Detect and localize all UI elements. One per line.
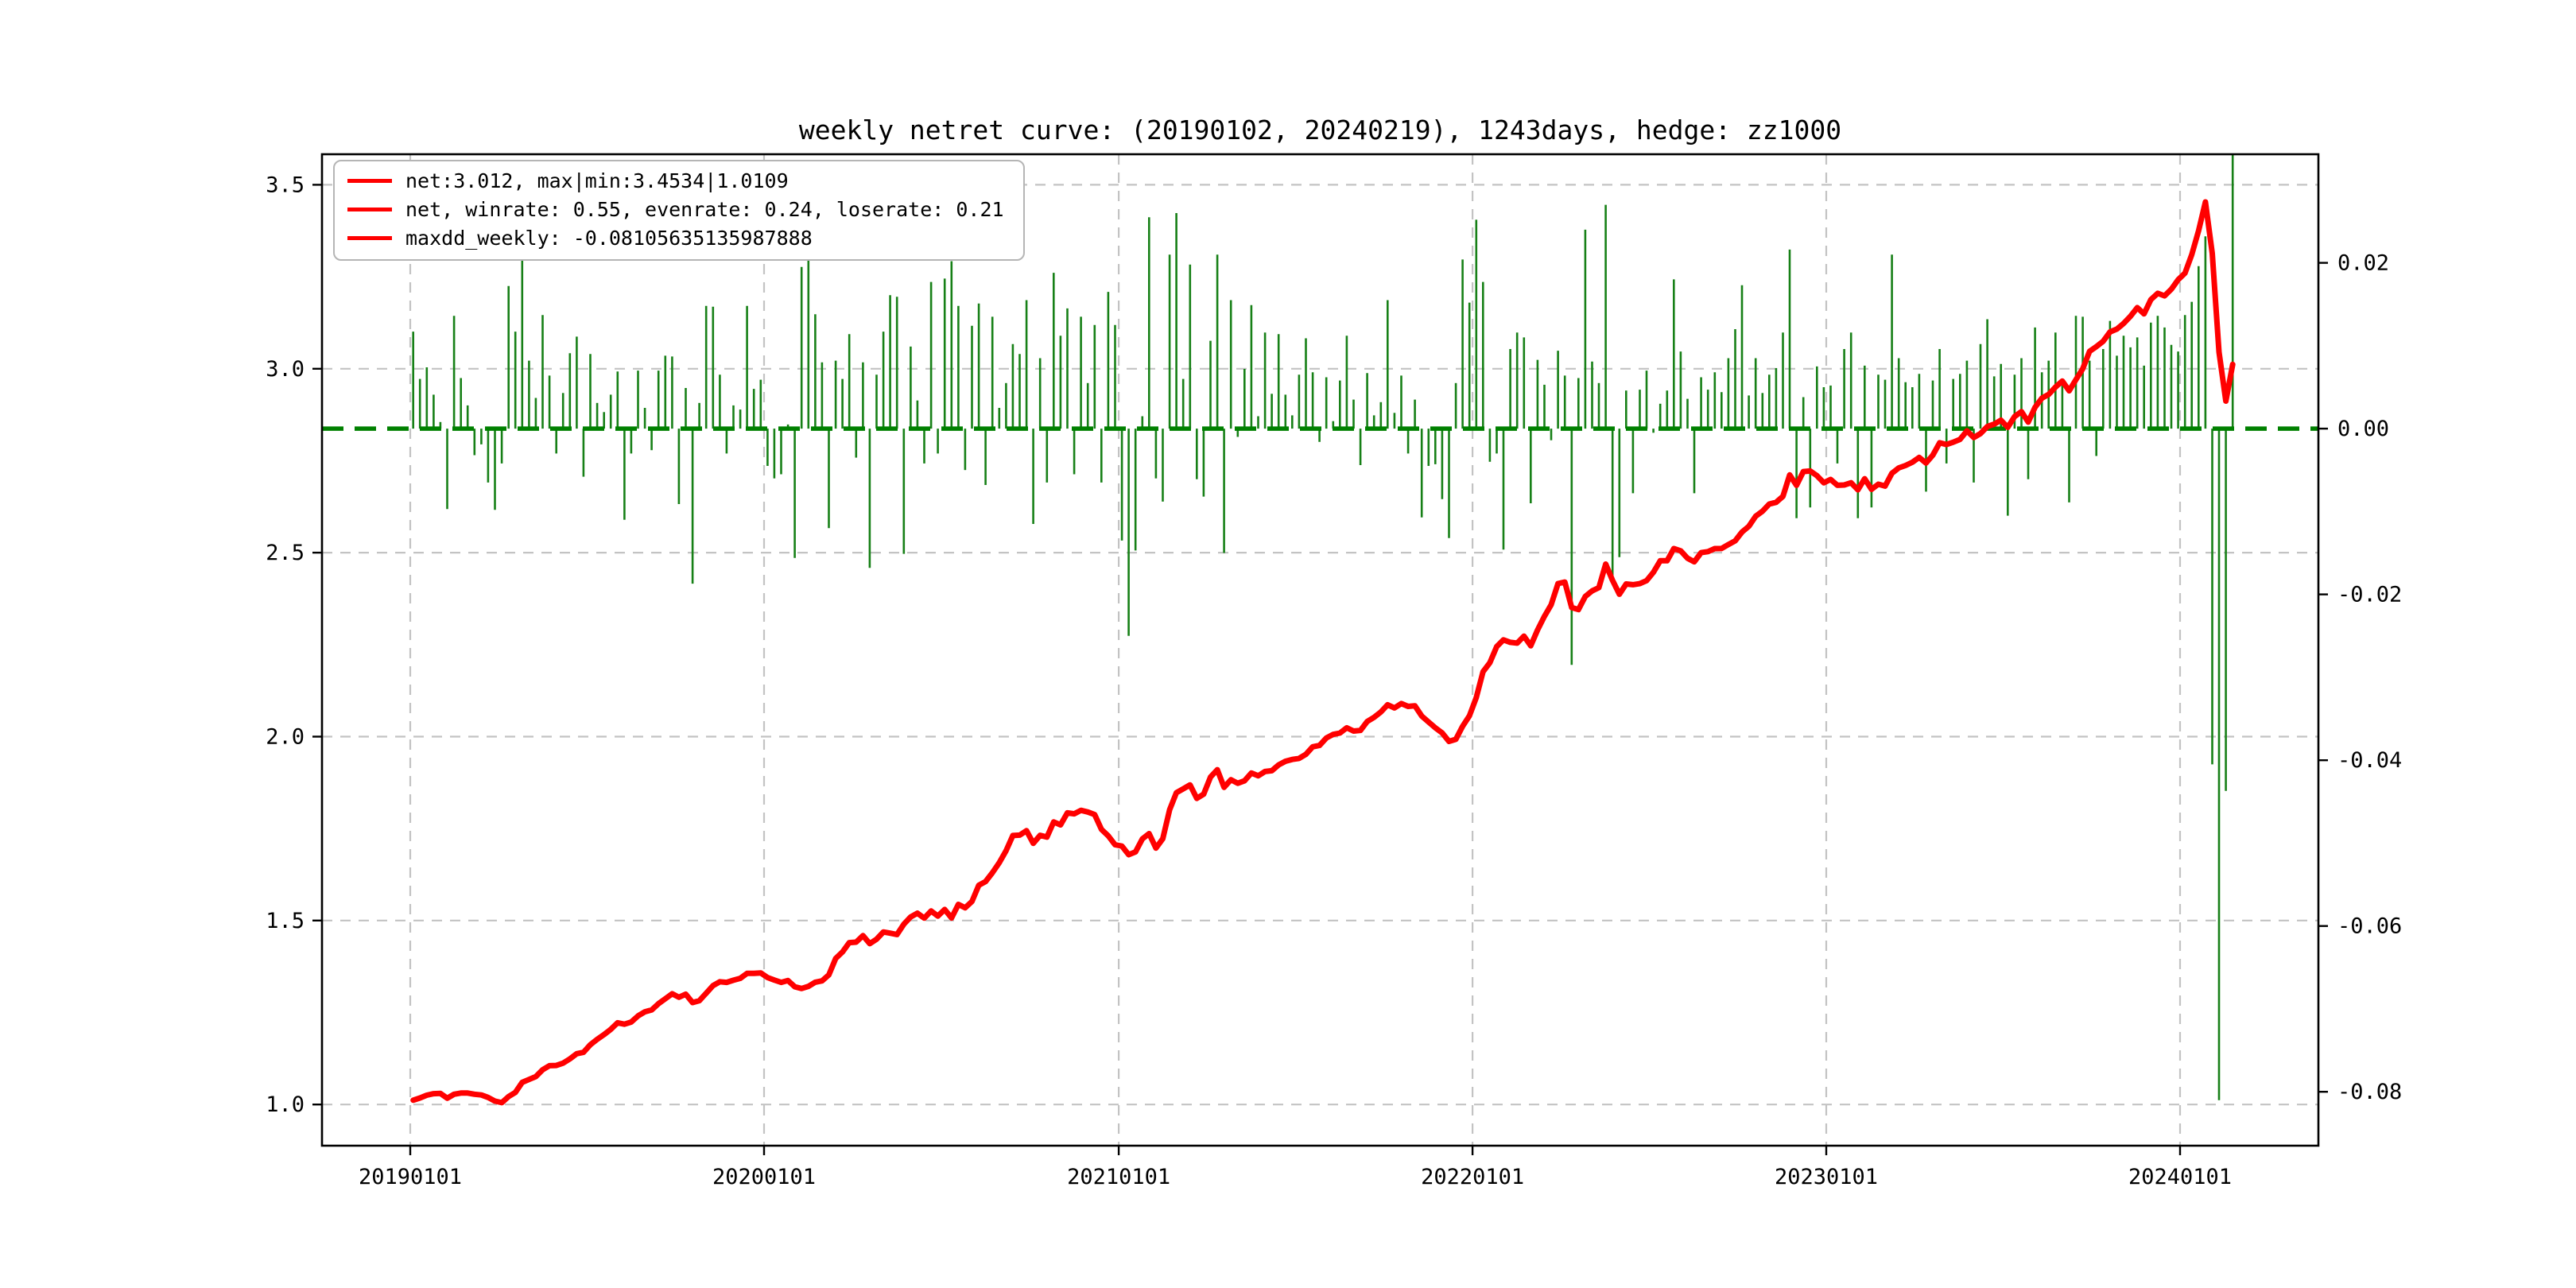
x-axis-tick-label: 20230101 bbox=[1775, 1165, 1878, 1189]
right-axis-tick-label: 0.02 bbox=[2337, 251, 2389, 276]
left-axis-tick-label: 3.5 bbox=[266, 173, 305, 197]
legend-item: net, winrate: 0.55, evenrate: 0.24, lose… bbox=[347, 198, 1004, 221]
left-axis-tick-label: 2.0 bbox=[266, 725, 305, 750]
axis-ticks bbox=[312, 184, 2328, 1155]
right-axis-tick-label: 0.00 bbox=[2337, 417, 2389, 441]
figure: 1.0 1.5 2.0 2.5 3.0 3.5 0.02 0.00 -0.02 -0.04 -0.0… bbox=[0, 0, 2576, 1288]
left-axis-tick-labels: 1.0 1.5 2.0 2.5 3.0 3.5 bbox=[266, 173, 305, 1117]
legend: net:3.012, max|min:3.4534|1.0109 net, wi… bbox=[333, 160, 1025, 261]
x-axis-tick-label: 20210101 bbox=[1067, 1165, 1170, 1189]
x-axis-tick-label: 20220101 bbox=[1421, 1165, 1524, 1189]
x-axis-tick-label: 20190101 bbox=[359, 1165, 462, 1189]
legend-item: maxdd_weekly: -0.08105635135987888 bbox=[347, 227, 1004, 250]
right-axis-tick-label: -0.02 bbox=[2337, 583, 2402, 607]
left-axis-tick-label: 3.0 bbox=[266, 357, 305, 382]
x-axis-tick-label: 20240101 bbox=[2128, 1165, 2232, 1189]
left-axis-tick-label: 2.5 bbox=[266, 541, 305, 565]
legend-item: net:3.012, max|min:3.4534|1.0109 bbox=[347, 169, 1004, 192]
legend-item-label: net, winrate: 0.55, evenrate: 0.24, lose… bbox=[405, 198, 1004, 221]
x-axis-tick-label: 20200101 bbox=[712, 1165, 816, 1189]
left-axis-tick-label: 1.0 bbox=[266, 1092, 305, 1117]
axes-frame bbox=[322, 154, 2318, 1146]
x-axis-tick-labels: 20190101 20200101 20210101 20220101 20230101… bbox=[359, 1165, 2232, 1189]
legend-item-label: net:3.012, max|min:3.4534|1.0109 bbox=[405, 169, 789, 192]
right-axis-tick-label: -0.04 bbox=[2337, 748, 2402, 773]
net-curve bbox=[413, 202, 2233, 1103]
left-axis-tick-label: 1.5 bbox=[266, 909, 305, 933]
right-axis-tick-label: -0.08 bbox=[2337, 1080, 2402, 1104]
red-line-swatch-icon bbox=[347, 208, 392, 211]
chart-title: weekly netret curve: (20190102, 20240219… bbox=[322, 114, 2318, 145]
right-axis-tick-label: -0.06 bbox=[2337, 914, 2402, 939]
red-line-swatch-icon bbox=[347, 236, 392, 240]
legend-item-label: maxdd_weekly: -0.08105635135987888 bbox=[405, 227, 813, 250]
right-axis-tick-labels: 0.02 0.00 -0.02 -0.04 -0.06 -0.08 bbox=[2337, 251, 2402, 1105]
red-line-swatch-icon bbox=[347, 179, 392, 183]
grid-lines bbox=[322, 154, 2318, 1146]
weekly-return-bars bbox=[413, 154, 2233, 1100]
